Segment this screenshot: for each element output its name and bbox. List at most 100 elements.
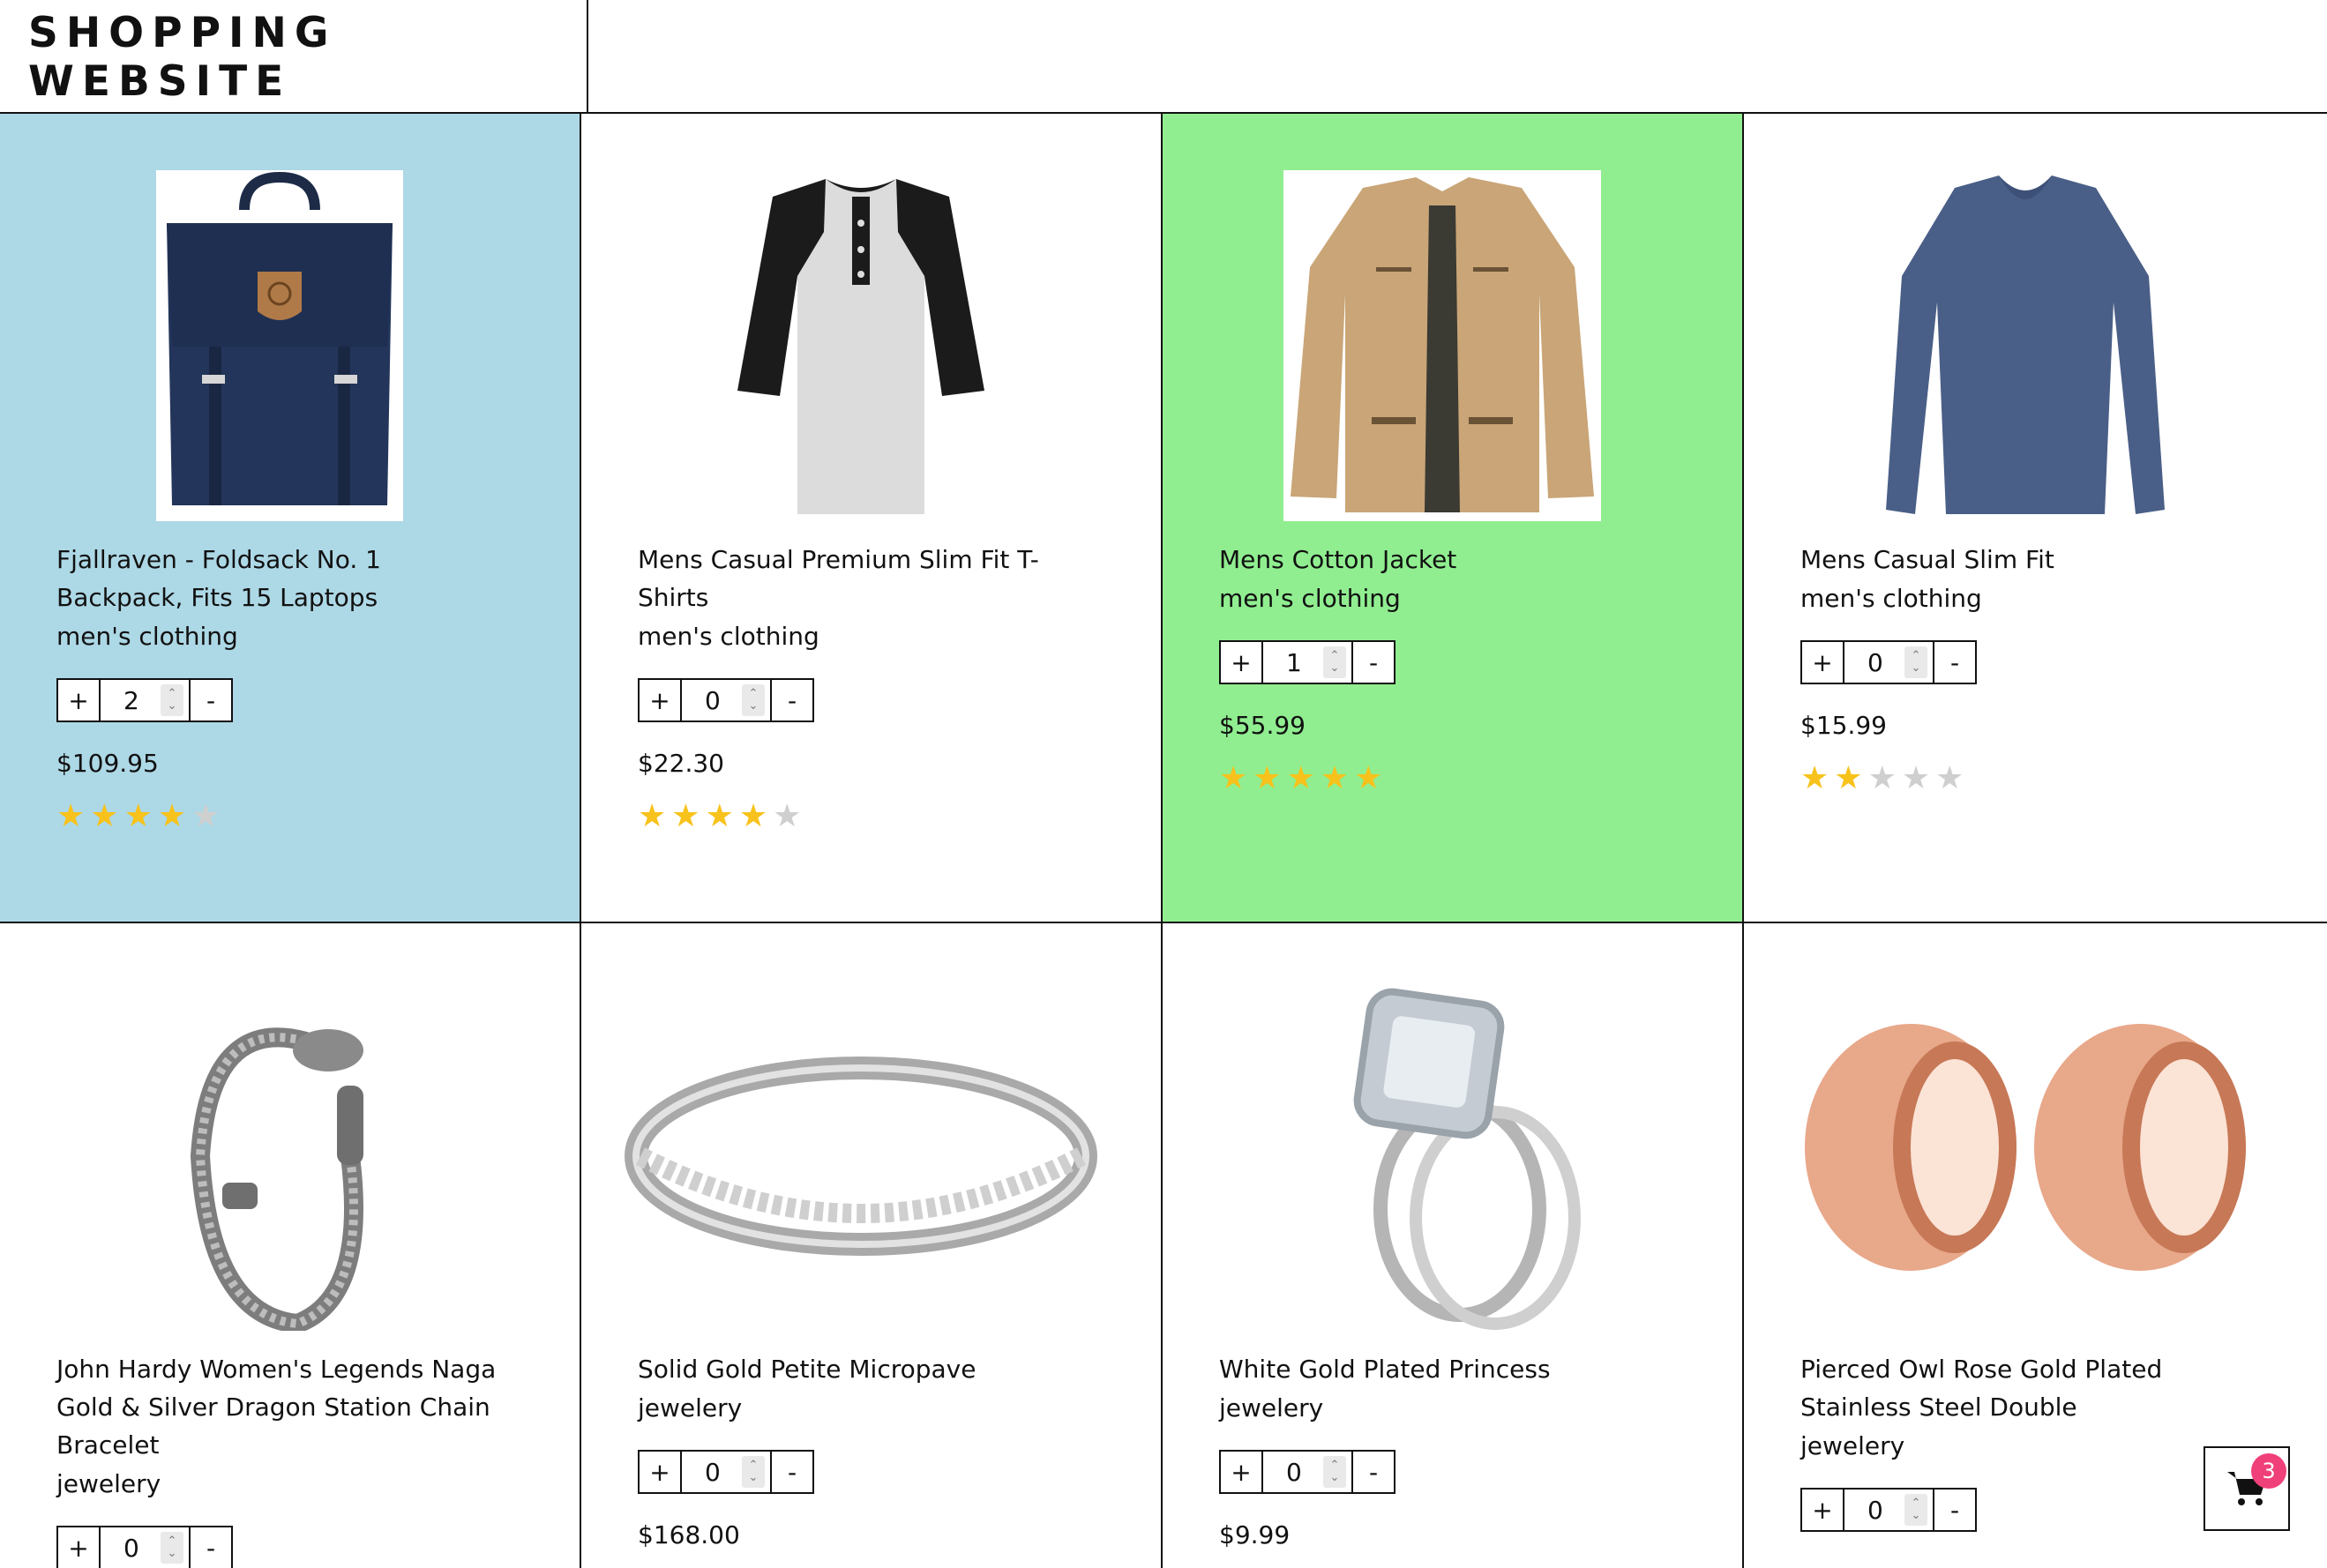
increment-button[interactable]: +: [58, 680, 101, 721]
star-icon: ★: [705, 798, 734, 834]
star-icon: ★: [90, 798, 119, 834]
increment-button[interactable]: +: [1802, 642, 1844, 683]
quantity-stepper[interactable]: + 2 ⌃ ⌄ -: [56, 678, 233, 722]
quantity-stepper[interactable]: + 0 ⌃ ⌄ -: [638, 678, 814, 722]
spinner-icon[interactable]: ⌃ ⌄: [161, 684, 183, 716]
product-price: $109.95: [56, 749, 159, 778]
quantity-stepper[interactable]: + 1 ⌃ ⌄ -: [1219, 640, 1395, 684]
spinner-icon[interactable]: ⌃ ⌄: [1323, 1456, 1346, 1488]
product-title[interactable]: White Gold Plated Princess: [1219, 1350, 1678, 1388]
star-icon: ★: [773, 798, 802, 834]
product-title[interactable]: Fjallraven - Foldsack No. 1 Backpack, Fi…: [56, 541, 515, 616]
cart-count-badge: 3: [2251, 1453, 2286, 1489]
product-category: jewelery: [1219, 1393, 1324, 1422]
cart-button[interactable]: 3: [2204, 1446, 2290, 1531]
spinner-icon[interactable]: ⌃ ⌄: [742, 684, 765, 716]
quantity-value: 0: [1286, 1457, 1302, 1487]
quantity-input[interactable]: 0 ⌃ ⌄: [1263, 1452, 1351, 1492]
quantity-input[interactable]: 1 ⌃ ⌄: [1263, 642, 1351, 683]
star-icon: ★: [1901, 760, 1931, 796]
product-category: jewelery: [638, 1393, 743, 1422]
star-icon: ★: [1867, 760, 1897, 796]
spinner-icon[interactable]: ⌃ ⌄: [1323, 646, 1346, 678]
product-card[interactable]: Mens Casual Slim Fit men's clothing + 0 …: [1744, 114, 2327, 923]
product-title[interactable]: Pierced Owl Rose Gold Plated Stainless S…: [1800, 1350, 2259, 1426]
decrement-button[interactable]: -: [770, 1452, 812, 1492]
star-icon: ★: [56, 798, 86, 834]
site-title: SHOPPING WEBSITE: [28, 8, 337, 106]
decrement-button[interactable]: -: [189, 680, 231, 721]
product-card[interactable]: Mens Cotton Jacket men's clothing + 1 ⌃ ⌄…: [1163, 114, 1744, 923]
product-category: jewelery: [56, 1469, 161, 1498]
quantity-stepper[interactable]: + 0 ⌃ ⌄ -: [1219, 1450, 1395, 1494]
product-card[interactable]: Solid Gold Petite Micropave jewelery + 0…: [581, 923, 1163, 1568]
product-title[interactable]: Mens Casual Slim Fit: [1800, 541, 2259, 579]
increment-button[interactable]: +: [1221, 1452, 1263, 1492]
increment-button[interactable]: +: [640, 680, 682, 721]
increment-button[interactable]: +: [640, 1452, 682, 1492]
product-card[interactable]: White Gold Plated Princess jewelery + 0 …: [1163, 923, 1744, 1568]
product-price: $22.30: [638, 749, 724, 778]
decrement-button[interactable]: -: [770, 680, 812, 721]
product-card[interactable]: John Hardy Women's Legends Naga Gold & S…: [0, 923, 581, 1568]
product-price: $55.99: [1219, 711, 1306, 740]
quantity-value: 0: [1867, 647, 1883, 677]
star-icon: ★: [638, 798, 667, 834]
product-image: [35, 980, 523, 1331]
quantity-input[interactable]: 2 ⌃ ⌄: [101, 680, 189, 721]
increment-button[interactable]: +: [1221, 642, 1263, 683]
quantity-value: 0: [123, 1533, 139, 1563]
product-image: [1779, 980, 2271, 1331]
decrement-button[interactable]: -: [189, 1527, 231, 1568]
product-price: $15.99: [1800, 711, 1887, 740]
spinner-icon[interactable]: ⌃ ⌄: [1904, 1494, 1927, 1526]
spinner-icon[interactable]: ⌃ ⌄: [742, 1456, 765, 1488]
star-icon: ★: [123, 798, 153, 834]
product-category: men's clothing: [56, 622, 238, 651]
product-title[interactable]: Mens Casual Premium Slim Fit T-Shirts: [638, 541, 1096, 616]
quantity-stepper[interactable]: + 0 ⌃ ⌄ -: [1800, 640, 1977, 684]
product-image: [1198, 170, 1686, 521]
product-image: [1779, 170, 2271, 521]
decrement-button[interactable]: -: [1933, 1490, 1975, 1530]
star-icon: ★: [671, 798, 700, 834]
quantity-input[interactable]: 0 ⌃ ⌄: [1844, 1490, 1933, 1530]
quantity-value: 2: [123, 685, 139, 715]
quantity-value: 0: [705, 685, 721, 715]
rating-stars: ★ ★ ★ ★ ★: [1219, 761, 1707, 796]
quantity-value: 0: [705, 1457, 721, 1487]
product-image: [35, 170, 523, 521]
quantity-input[interactable]: 0 ⌃ ⌄: [101, 1527, 189, 1568]
decrement-button[interactable]: -: [1351, 642, 1394, 683]
quantity-stepper[interactable]: + 0 ⌃ ⌄ -: [638, 1450, 814, 1494]
quantity-input[interactable]: 0 ⌃ ⌄: [682, 1452, 770, 1492]
quantity-input[interactable]: 0 ⌃ ⌄: [682, 680, 770, 721]
increment-button[interactable]: +: [58, 1527, 101, 1568]
product-category: men's clothing: [1219, 584, 1401, 613]
product-title[interactable]: Solid Gold Petite Micropave: [638, 1350, 1096, 1388]
product-title[interactable]: Mens Cotton Jacket: [1219, 541, 1678, 579]
star-icon: ★: [1286, 760, 1315, 796]
quantity-value: 0: [1867, 1495, 1883, 1525]
decrement-button[interactable]: -: [1933, 642, 1975, 683]
decrement-button[interactable]: -: [1351, 1452, 1394, 1492]
quantity-stepper[interactable]: + 0 ⌃ ⌄ -: [1800, 1488, 1977, 1532]
increment-button[interactable]: +: [1802, 1490, 1844, 1530]
product-price: $168.00: [638, 1520, 740, 1549]
star-icon: ★: [1935, 760, 1964, 796]
spinner-icon[interactable]: ⌃ ⌄: [1904, 646, 1927, 678]
spinner-icon[interactable]: ⌃ ⌄: [161, 1532, 183, 1564]
product-card[interactable]: Mens Casual Premium Slim Fit T-Shirts me…: [581, 114, 1163, 923]
star-icon: ★: [1219, 760, 1248, 796]
product-grid: Fjallraven - Foldsack No. 1 Backpack, Fi…: [0, 114, 2327, 1568]
product-card[interactable]: Fjallraven - Foldsack No. 1 Backpack, Fi…: [0, 114, 581, 923]
quantity-stepper[interactable]: + 0 ⌃ ⌄ -: [56, 1526, 233, 1568]
star-icon: ★: [1320, 760, 1350, 796]
product-category: men's clothing: [1800, 584, 1982, 613]
quantity-input[interactable]: 0 ⌃ ⌄: [1844, 642, 1933, 683]
product-image: [617, 170, 1104, 521]
header: SHOPPING WEBSITE: [0, 0, 2327, 114]
rating-stars: ★ ★ ★ ★ ★: [56, 799, 544, 834]
product-image: [617, 980, 1104, 1331]
product-title[interactable]: John Hardy Women's Legends Naga Gold & S…: [56, 1350, 515, 1464]
